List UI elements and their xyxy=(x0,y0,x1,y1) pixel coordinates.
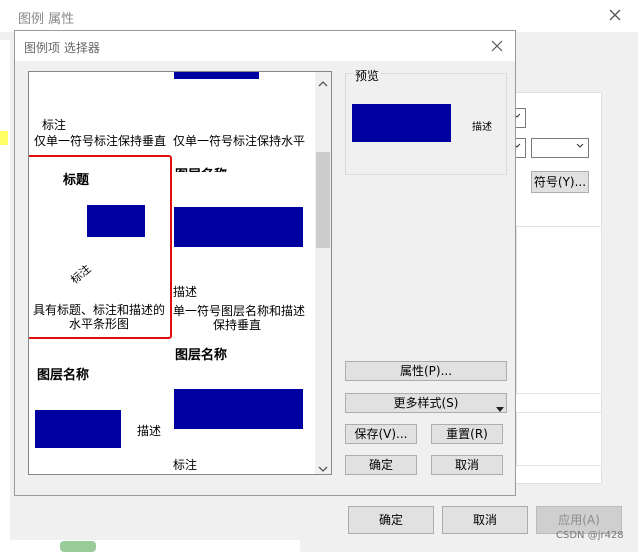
outer-titlebar: 图例 属性 xyxy=(0,0,638,32)
scroll-thumb[interactable] xyxy=(316,152,330,248)
gallery-item-selected[interactable]: 标题 标注 具有标题、标注和描述的 水平条形图 xyxy=(29,155,172,339)
preview-swatch xyxy=(352,104,451,142)
mid-right-swatch xyxy=(174,207,303,247)
outer-white-box-2 xyxy=(516,412,602,466)
outer-yellow-mark xyxy=(0,131,8,145)
properties-button[interactable]: 属性(P)... xyxy=(345,361,507,381)
outer-window-title: 图例 属性 xyxy=(18,12,75,27)
preview-label: 预览 xyxy=(353,67,382,84)
selected-label: 标注 xyxy=(68,262,94,287)
dialog-cancel-button[interactable]: 取消 xyxy=(431,455,503,475)
selected-caption-2: 水平条形图 xyxy=(69,317,130,331)
dialog-ok-button[interactable]: 确定 xyxy=(345,455,417,475)
bottom-right-label: 标注 xyxy=(173,458,198,472)
legend-item-selector-dialog: 图例项 选择器 标注 仅单一符号标注保持垂直 仅单一符号标注保持水平 标题 标注… xyxy=(14,30,516,496)
gallery-top-right-caption: 仅单一符号标注保持水平 xyxy=(173,134,306,148)
outer-green-blob xyxy=(60,541,96,552)
watermark: CSDN @jr428 xyxy=(556,530,624,541)
outer-symbol-button[interactable]: 符号(Y)... xyxy=(531,171,589,193)
scroll-down-icon[interactable] xyxy=(318,462,328,472)
more-styles-button[interactable]: 更多样式(S) xyxy=(345,393,507,413)
bottom-left-swatch xyxy=(35,410,121,448)
dialog-title: 图例项 选择器 xyxy=(24,41,100,55)
style-gallery[interactable]: 标注 仅单一符号标注保持垂直 仅单一符号标注保持水平 标题 标注 具有标题、标注… xyxy=(28,71,332,475)
scroll-up-icon[interactable] xyxy=(318,77,328,87)
outer-white-box-1 xyxy=(516,226,602,394)
reset-button[interactable]: 重置(R) xyxy=(431,424,503,444)
mid-right-heading: 图层名称 xyxy=(175,164,227,172)
outer-cancel-button[interactable]: 取消 xyxy=(442,506,528,534)
more-styles-label: 更多样式(S) xyxy=(393,396,459,410)
outer-bottom-strip xyxy=(0,540,300,552)
gallery-top-left-caption: 仅单一符号标注保持垂直 xyxy=(34,134,167,148)
outer-close-icon[interactable] xyxy=(606,6,624,24)
more-styles-dropdown-icon xyxy=(496,400,504,412)
selected-swatch xyxy=(87,205,145,237)
gallery-top-left-label: 标注 xyxy=(42,118,67,132)
mid-right-caption-2: 保持垂直 xyxy=(213,318,262,332)
gallery-swatch-top xyxy=(174,72,259,79)
outer-combo-3[interactable] xyxy=(531,138,589,158)
bottom-left-desc: 描述 xyxy=(137,424,162,438)
preview-desc: 描述 xyxy=(472,122,492,133)
selected-heading: 标题 xyxy=(63,173,90,188)
mid-right-desc: 描述 xyxy=(173,285,198,299)
dialog-titlebar: 图例项 选择器 xyxy=(15,31,515,61)
bottom-right-heading: 图层名称 xyxy=(175,348,228,363)
bottom-right-swatch xyxy=(174,389,303,429)
dialog-close-icon[interactable] xyxy=(489,38,505,54)
outer-left-strip xyxy=(0,40,10,540)
save-button[interactable]: 保存(V)... xyxy=(345,424,417,444)
outer-ok-button[interactable]: 确定 xyxy=(348,506,434,534)
preview-box: 描述 xyxy=(345,73,507,175)
bottom-left-heading: 图层名称 xyxy=(37,368,90,383)
gallery-scrollbar[interactable] xyxy=(315,72,331,474)
